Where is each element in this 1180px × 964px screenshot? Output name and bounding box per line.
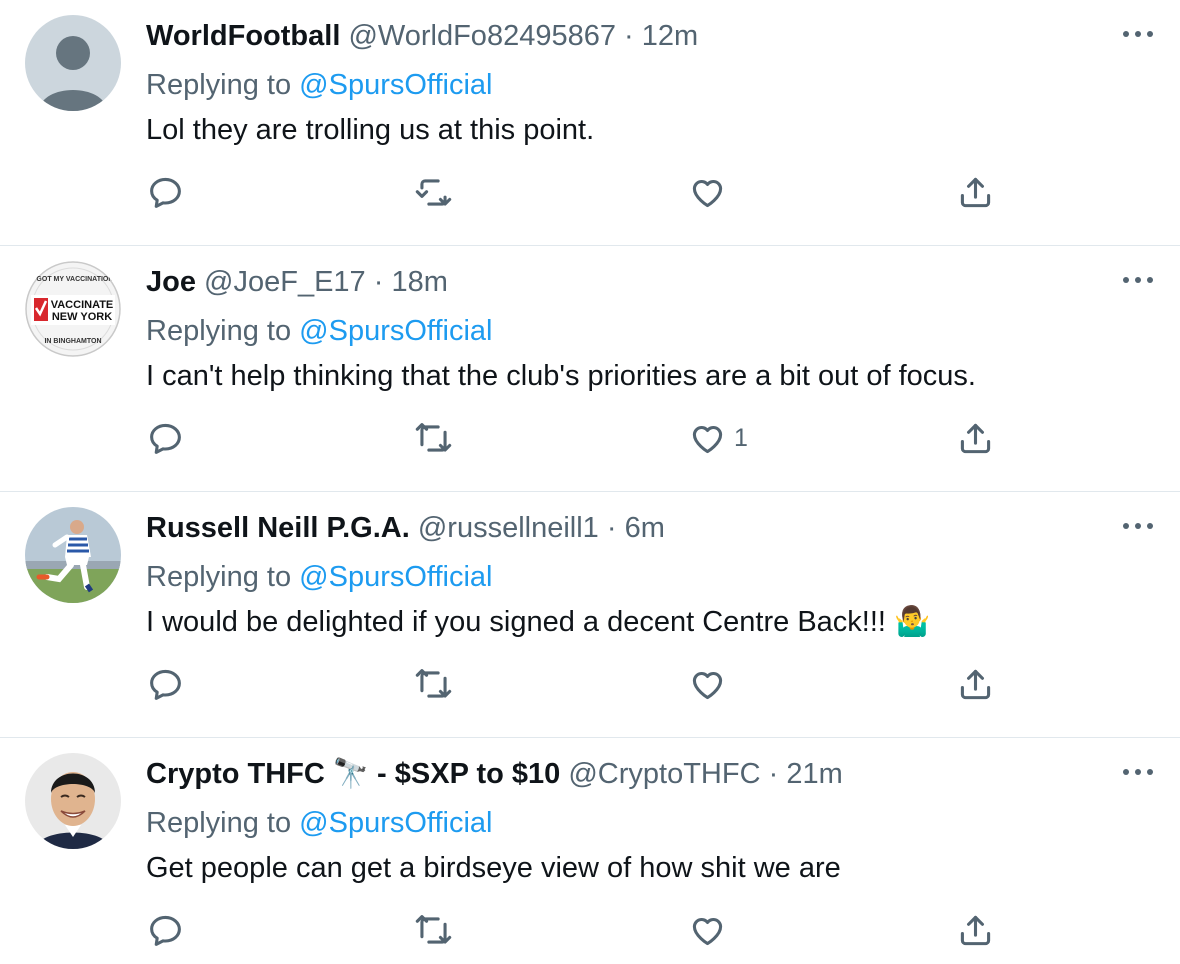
replying-to-line: Replying to @SpursOfficial: [146, 311, 492, 351]
tweet-header: Crypto THFC 🔭 - $SXP to $10 @CryptoTHFC …: [146, 754, 843, 794]
share-icon: [960, 669, 990, 699]
heart-icon: [692, 917, 722, 945]
tweet-header: Russell Neill P.G.A. @russellneill1 · 6m: [146, 508, 665, 548]
replying-to-label: Replying to: [146, 315, 292, 347]
tweet-item[interactable]: Crypto THFC 🔭 - $SXP to $10 @CryptoTHFC …: [0, 738, 1180, 964]
tweet-item[interactable]: Russell Neill P.G.A. @russellneill1 · 6m…: [0, 492, 1180, 738]
retweet-button[interactable]: [398, 894, 468, 964]
more-options-icon[interactable]: [1120, 760, 1156, 784]
more-options-icon[interactable]: [1120, 22, 1156, 46]
avatar[interactable]: I GOT MY VACCINATION VACCINATE NEW YORK …: [25, 261, 121, 357]
tweet-text: Get people can get a birdseye view of ho…: [146, 852, 841, 884]
reply-icon: [149, 177, 181, 208]
tweet-actions: [0, 894, 1180, 964]
replying-to-label: Replying to: [146, 561, 292, 593]
default-avatar-icon: [25, 15, 121, 111]
avatar[interactable]: [25, 15, 121, 111]
reply-button[interactable]: [130, 648, 200, 720]
like-button[interactable]: [672, 894, 734, 964]
retweet-icon: [415, 422, 451, 452]
retweet-button[interactable]: [398, 648, 468, 720]
tweet-text: I would be delighted if you signed a dec…: [146, 602, 930, 642]
like-button[interactable]: [672, 648, 734, 720]
footballer-photo-icon: [25, 507, 121, 603]
display-name-suffix: - $SXP to $10: [369, 758, 561, 790]
share-button[interactable]: [940, 156, 1010, 228]
tweet-timestamp[interactable]: 21m: [786, 758, 842, 790]
share-icon: [960, 915, 990, 945]
heart-icon: [692, 179, 722, 207]
avatar[interactable]: [25, 753, 121, 849]
separator-dot: ·: [768, 758, 779, 790]
tweet-actions: [0, 648, 1180, 720]
mention-link[interactable]: @SpursOfficial: [299, 561, 492, 593]
retweet-icon: [415, 668, 451, 698]
badge-line-2: NEW YORK: [52, 311, 112, 323]
share-button[interactable]: [940, 402, 1010, 474]
display-name[interactable]: Russell Neill P.G.A.: [146, 512, 410, 544]
reply-button[interactable]: [130, 156, 200, 228]
tweet-header: Joe @JoeF_E17 · 18m: [146, 262, 448, 302]
display-name[interactable]: Joe: [146, 266, 196, 298]
display-name-text: Crypto THFC: [146, 758, 325, 790]
separator-dot: ·: [606, 512, 617, 544]
mention-link[interactable]: @SpursOfficial: [299, 69, 492, 101]
tweet-text: Lol they are trolling us at this point.: [146, 114, 595, 146]
separator-dot: ·: [624, 20, 634, 52]
tweet-timestamp[interactable]: 12m: [642, 20, 698, 52]
tweet-actions: [0, 156, 1180, 228]
reply-button[interactable]: [130, 402, 200, 474]
share-icon: [960, 423, 990, 453]
heart-icon: [692, 425, 722, 453]
user-handle[interactable]: @WorldFo82495867: [348, 20, 616, 52]
more-options-icon[interactable]: [1120, 514, 1156, 538]
tweet-text-content: I would be delighted if you signed a dec…: [146, 606, 886, 638]
reply-icon: [149, 915, 181, 946]
like-button[interactable]: 1: [672, 402, 748, 474]
more-options-icon[interactable]: [1120, 268, 1156, 292]
share-button[interactable]: [940, 894, 1010, 964]
badge-top-text: I GOT MY VACCINATION: [33, 276, 114, 283]
separator-dot: ·: [373, 266, 384, 298]
avatar[interactable]: [25, 507, 121, 603]
mention-link[interactable]: @SpursOfficial: [299, 807, 492, 839]
user-handle[interactable]: @CryptoTHFC: [568, 758, 760, 790]
reply-icon: [149, 669, 181, 700]
tweet-text: I can't help thinking that the club's pr…: [146, 360, 976, 392]
heart-icon: [692, 671, 722, 699]
tweet-timestamp[interactable]: 6m: [625, 512, 665, 544]
share-button[interactable]: [940, 648, 1010, 720]
like-button[interactable]: [672, 156, 734, 228]
replying-to-line: Replying to @SpursOfficial: [146, 557, 492, 597]
tweet-header: WorldFootball @WorldFo82495867 · 12m: [146, 16, 698, 56]
tweet-actions: 1: [0, 402, 1180, 474]
retweet-button[interactable]: [398, 156, 468, 228]
telescope-emoji-icon: 🔭: [332, 758, 369, 790]
retweet-button[interactable]: [398, 402, 468, 474]
smiling-player-photo-icon: [25, 753, 121, 849]
display-name[interactable]: WorldFootball: [146, 20, 340, 52]
badge-line-1: VACCINATE: [51, 299, 114, 311]
tweet-item[interactable]: WorldFootball @WorldFo82495867 · 12m Rep…: [0, 0, 1180, 246]
user-handle[interactable]: @JoeF_E17: [204, 266, 366, 298]
retweet-icon: [415, 914, 451, 944]
replying-to-label: Replying to: [146, 807, 292, 839]
tweet-item[interactable]: I GOT MY VACCINATION VACCINATE NEW YORK …: [0, 246, 1180, 492]
display-name[interactable]: Crypto THFC 🔭 - $SXP to $10: [146, 758, 560, 790]
mention-link[interactable]: @SpursOfficial: [299, 315, 492, 347]
badge-bottom-text: IN BINGHAMTON: [44, 338, 101, 345]
vaccination-badge-icon: I GOT MY VACCINATION VACCINATE NEW YORK …: [25, 261, 121, 357]
replying-to-label: Replying to: [146, 69, 292, 101]
reply-button[interactable]: [130, 894, 200, 964]
shrug-emoji-icon: 🤷‍♂️: [894, 606, 931, 638]
share-icon: [960, 177, 990, 207]
replying-to-line: Replying to @SpursOfficial: [146, 65, 492, 105]
reply-feed: WorldFootball @WorldFo82495867 · 12m Rep…: [0, 0, 1180, 964]
like-count: 1: [734, 423, 748, 452]
reply-icon: [149, 423, 181, 454]
retweet-icon: [415, 178, 451, 206]
replying-to-line: Replying to @SpursOfficial: [146, 803, 492, 843]
user-handle[interactable]: @russellneill1: [418, 512, 599, 544]
tweet-timestamp[interactable]: 18m: [391, 266, 447, 298]
